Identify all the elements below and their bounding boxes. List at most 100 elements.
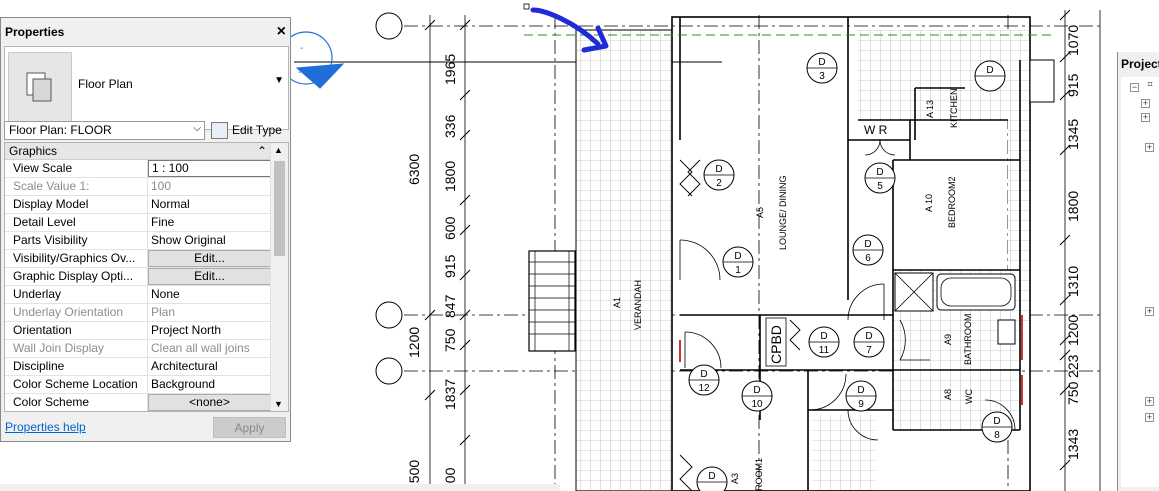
property-value[interactable]: Project North — [148, 322, 271, 339]
property-row[interactable]: Underlay None — [5, 286, 271, 304]
dim-1310: 1310 — [1065, 266, 1081, 297]
basin[interactable] — [997, 319, 1016, 345]
door-tag-number: 1 — [735, 265, 741, 276]
property-row[interactable]: Visibility/Graphics Ov... Edit... — [5, 250, 271, 268]
property-key: Scale Value 1: — [5, 178, 148, 195]
collapse-icon[interactable]: − — [1130, 83, 1139, 92]
property-edit-button[interactable]: <none> — [148, 394, 271, 411]
properties-title: Properties — [5, 24, 65, 39]
instance-selector[interactable]: Floor Plan: FLOOR ⌵ — [4, 121, 205, 140]
scroll-thumb[interactable] — [274, 161, 285, 256]
property-key: Display Model — [5, 196, 148, 213]
room-room1-name: ROOM1 — [754, 458, 764, 491]
dim-6300: 6300 — [406, 154, 422, 185]
property-value[interactable]: Normal — [148, 196, 271, 213]
property-value[interactable]: None — [148, 286, 271, 303]
property-value-input[interactable]: 1 : 100 — [148, 160, 271, 177]
door-tag[interactable]: D5 — [864, 162, 896, 194]
group-header-graphics[interactable]: Graphics ⌃ — [5, 143, 271, 160]
door-tag[interactable]: D2 — [703, 159, 735, 191]
property-row[interactable]: Color Scheme Location Background — [5, 376, 271, 394]
property-row[interactable]: Wall Join Display Clean all wall joins — [5, 340, 271, 358]
room-bedroom2-code: A 10 — [924, 194, 934, 212]
collapse-icon[interactable]: ⌃ — [257, 144, 267, 158]
property-key: Detail Level — [5, 214, 148, 231]
room-bathroom-name: BATHROOM — [963, 314, 973, 365]
project-browser[interactable]: Project − ⌗ + + + + + + — [1117, 52, 1159, 491]
property-row[interactable]: Display Model Normal — [5, 196, 271, 214]
property-row[interactable]: Scale Value 1: 100 — [5, 178, 271, 196]
property-value[interactable]: Background — [148, 376, 271, 393]
property-value[interactable]: Show Original — [148, 232, 271, 249]
door-tag-number: 3 — [819, 71, 825, 82]
properties-grid[interactable]: Graphics ⌃ View Scale 1 : 100 Scale Value … — [4, 142, 289, 412]
grid-bubble[interactable] — [375, 301, 403, 329]
properties-help-link[interactable]: Properties help — [5, 420, 86, 434]
door-tag[interactable]: D 10 — [741, 380, 773, 412]
door-tag[interactable]: D3 — [806, 52, 838, 84]
door-tag-number: 5 — [877, 181, 883, 192]
property-value[interactable]: Architectural — [148, 358, 271, 375]
property-row[interactable]: Underlay Orientation Plan — [5, 304, 271, 322]
close-icon[interactable]: × — [277, 23, 286, 41]
stair[interactable] — [528, 250, 576, 352]
verandah-floor[interactable] — [575, 29, 673, 491]
properties-panel[interactable]: Properties × Floor Plan ▼ Floor Plan: FL… — [0, 17, 291, 442]
dim-1345: 1345 — [1065, 119, 1081, 150]
door-tag-letter: D — [986, 65, 993, 76]
expand-icon[interactable]: + — [1145, 307, 1154, 316]
expand-icon[interactable]: + — [1145, 397, 1154, 406]
door-tag[interactable]: D — [974, 60, 1006, 92]
type-selector[interactable]: Floor Plan ▼ — [4, 46, 289, 130]
door-tag-letter: D — [818, 57, 825, 68]
properties-scrollbar[interactable]: ▲ ▼ — [270, 143, 288, 411]
property-row[interactable]: Parts Visibility Show Original — [5, 232, 271, 250]
expand-icon[interactable]: + — [1141, 99, 1150, 108]
property-row[interactable]: Graphic Display Opti... Edit... — [5, 268, 271, 286]
property-row[interactable]: Orientation Project North — [5, 322, 271, 340]
property-row[interactable]: Detail Level Fine — [5, 214, 271, 232]
properties-titlebar[interactable]: Properties × — [1, 18, 290, 45]
expand-icon[interactable]: + — [1145, 143, 1154, 152]
dim-1200-right: 1200 — [1065, 315, 1081, 346]
scroll-down-icon[interactable]: ▼ — [274, 399, 283, 409]
edit-type-icon — [211, 121, 228, 139]
property-row[interactable]: Discipline Architectural — [5, 358, 271, 376]
door-tag[interactable]: D9 — [845, 380, 877, 412]
property-key: Parts Visibility — [5, 232, 148, 249]
chevron-down-icon[interactable]: ⌵ — [193, 123, 201, 134]
property-row[interactable]: Color Scheme <none> — [5, 394, 271, 411]
apply-button[interactable]: Apply — [213, 417, 286, 438]
bathtub[interactable] — [936, 273, 1016, 311]
property-key: View Scale — [5, 160, 148, 177]
dim-1800-right: 1800 — [1065, 191, 1081, 222]
chevron-down-icon[interactable]: ▼ — [274, 75, 284, 86]
project-tree[interactable]: − ⌗ + + + + + + — [1121, 77, 1159, 487]
expand-icon[interactable]: + — [1141, 113, 1150, 122]
property-edit-button[interactable]: Edit... — [148, 250, 271, 267]
property-row[interactable]: View Scale 1 : 100 — [5, 160, 271, 178]
room-bedroom2-name: BEDROOM2 — [947, 176, 957, 228]
door-tag[interactable]: D — [696, 466, 728, 491]
dim-915: 915 — [442, 254, 458, 278]
grid-bubble[interactable] — [375, 357, 403, 385]
edit-type-button[interactable]: Edit Type — [211, 119, 282, 141]
kitchen-unit[interactable] — [1029, 59, 1055, 103]
door-tag[interactable]: D8 — [981, 411, 1013, 443]
property-edit-button[interactable]: Edit... — [148, 268, 271, 285]
door-tag[interactable]: D 12 — [688, 364, 720, 396]
scroll-up-icon[interactable]: ▲ — [274, 145, 283, 155]
door-tag[interactable]: D 11 — [808, 326, 840, 358]
room-lounge-code: A5 — [755, 207, 765, 218]
door-tag-letter: D — [857, 385, 864, 396]
dim-600: 600 — [442, 216, 458, 240]
property-value: Plan — [151, 305, 176, 319]
door-tag[interactable]: D1 — [722, 246, 754, 278]
expand-icon[interactable]: + — [1145, 413, 1154, 422]
property-value[interactable]: Fine — [148, 214, 271, 231]
floor-plan-icon — [8, 52, 72, 124]
door-tag[interactable]: D7 — [853, 326, 885, 358]
grid-bubble[interactable] — [375, 12, 403, 40]
door-tag[interactable]: D6 — [852, 234, 884, 266]
dim-223: 223 — [1065, 354, 1081, 378]
